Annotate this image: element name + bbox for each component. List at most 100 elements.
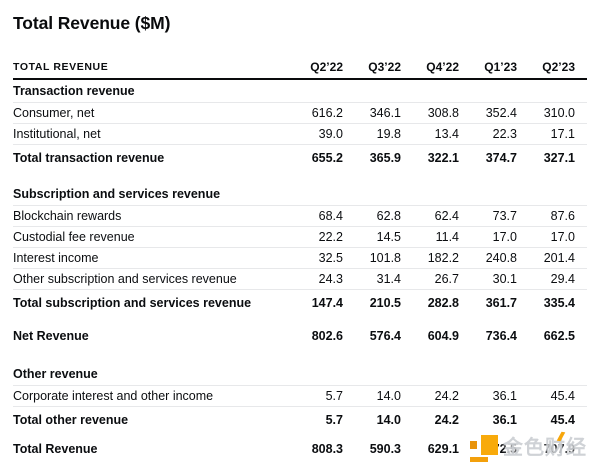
row-label: Total transaction revenue (13, 151, 285, 165)
table-row-total: Total other revenue5.714.024.236.145.4 (13, 407, 587, 432)
cell-value: 36.1 (459, 413, 517, 427)
cell-value: 335.4 (517, 296, 587, 310)
cell-value: 308.8 (401, 106, 459, 120)
table-header-label: TOTAL REVENUE (13, 61, 285, 73)
cell-value: 802.6 (285, 329, 343, 343)
table-row-data: Corporate interest and other income5.714… (13, 386, 587, 407)
cell-value: 282.8 (401, 296, 459, 310)
table-row-data: Institutional, net39.019.813.422.317.1 (13, 124, 587, 145)
row-label: Institutional, net (13, 127, 285, 141)
table-row-total: Net Revenue802.6576.4604.9736.4662.5 (13, 323, 587, 348)
cell-value: 29.4 (517, 272, 587, 286)
cell-value: 13.4 (401, 127, 459, 141)
revenue-table-page: Total Revenue ($M) TOTAL REVENUE Q2’22Q3… (0, 0, 600, 466)
column-header: Q2’22 (285, 60, 343, 74)
cell-value: 26.7 (401, 272, 459, 286)
cell-value: 101.8 (343, 251, 401, 265)
table-row-data: Interest income32.5101.8182.2240.8201.4 (13, 248, 587, 269)
table-row-section: Subscription and services revenue (13, 183, 587, 206)
column-header: Q2’23 (517, 60, 587, 74)
row-label: Net Revenue (13, 329, 285, 343)
cell-value: 14.0 (343, 389, 401, 403)
cell-value: 310.0 (517, 106, 587, 120)
column-header: Q4’22 (401, 60, 459, 74)
row-label: Total other revenue (13, 413, 285, 427)
cell-value: 22.2 (285, 230, 343, 244)
cell-value: 17.0 (517, 230, 587, 244)
cell-value: 87.6 (517, 209, 587, 223)
cell-value: 736.4 (459, 329, 517, 343)
table-row-data: Custodial fee revenue22.214.511.417.017.… (13, 227, 587, 248)
cell-value: 210.5 (343, 296, 401, 310)
cell-value: 24.2 (401, 389, 459, 403)
cell-value: 662.5 (517, 329, 587, 343)
cell-value: 374.7 (459, 151, 517, 165)
cell-value: 604.9 (401, 329, 459, 343)
cell-value: 19.8 (343, 127, 401, 141)
cell-value: 808.3 (285, 442, 343, 456)
table-header-row: TOTAL REVENUE Q2’22Q3’22Q4’22Q1’23Q2’23 (13, 56, 587, 80)
cell-value: 576.4 (343, 329, 401, 343)
cell-value: 24.2 (401, 413, 459, 427)
row-label: Other revenue (13, 367, 587, 381)
cell-value: 39.0 (285, 127, 343, 141)
row-label: Custodial fee revenue (13, 230, 285, 244)
cell-value: 772.5 (459, 442, 517, 456)
cell-value: 45.4 (517, 413, 587, 427)
cell-value: 655.2 (285, 151, 343, 165)
table-body: Transaction revenue Consumer, net616.2346… (13, 80, 587, 461)
cell-value: 30.1 (459, 272, 517, 286)
cell-value: 24.3 (285, 272, 343, 286)
cell-value: 322.1 (401, 151, 459, 165)
row-label: Subscription and services revenue (13, 187, 587, 201)
cell-value: 62.4 (401, 209, 459, 223)
cell-value: 22.3 (459, 127, 517, 141)
cell-value: 361.7 (459, 296, 517, 310)
row-label: Transaction revenue (13, 84, 587, 98)
cell-value: 182.2 (401, 251, 459, 265)
page-title: Total Revenue ($M) (13, 0, 587, 32)
table-row-section: Other revenue (13, 363, 587, 386)
cell-value: 365.9 (343, 151, 401, 165)
cell-value: 14.5 (343, 230, 401, 244)
cell-value: 62.8 (343, 209, 401, 223)
row-label: Total subscription and services revenue (13, 296, 285, 310)
cell-value: 68.4 (285, 209, 343, 223)
table-row-total: Total Revenue808.3590.3629.1772.5707.9 (13, 436, 587, 461)
row-label: Other subscription and services revenue (13, 272, 285, 286)
cell-value: 5.7 (285, 413, 343, 427)
cell-value: 73.7 (459, 209, 517, 223)
row-label: Corporate interest and other income (13, 389, 285, 403)
cell-value: 5.7 (285, 389, 343, 403)
cell-value: 616.2 (285, 106, 343, 120)
cell-value: 352.4 (459, 106, 517, 120)
cell-value: 629.1 (401, 442, 459, 456)
cell-value: 11.4 (401, 230, 459, 244)
column-header: Q1’23 (459, 60, 517, 74)
cell-value: 36.1 (459, 389, 517, 403)
row-label: Interest income (13, 251, 285, 265)
cell-value: 590.3 (343, 442, 401, 456)
table-row-section: Transaction revenue (13, 80, 587, 103)
cell-value: 17.0 (459, 230, 517, 244)
column-header: Q3’22 (343, 60, 401, 74)
cell-value: 240.8 (459, 251, 517, 265)
cell-value: 14.0 (343, 413, 401, 427)
table-row-data: Blockchain rewards68.462.862.473.787.6 (13, 206, 587, 227)
cell-value: 32.5 (285, 251, 343, 265)
cell-value: 147.4 (285, 296, 343, 310)
cell-value: 201.4 (517, 251, 587, 265)
table-row-data: Consumer, net616.2346.1308.8352.4310.0 (13, 103, 587, 124)
cell-value: 45.4 (517, 389, 587, 403)
table-row-data: Other subscription and services revenue2… (13, 269, 587, 290)
row-label: Blockchain rewards (13, 209, 285, 223)
row-label: Consumer, net (13, 106, 285, 120)
cell-value: 327.1 (517, 151, 587, 165)
row-label: Total Revenue (13, 442, 285, 456)
cell-value: 707.9 (517, 442, 587, 456)
table-row-total: Total transaction revenue655.2365.9322.1… (13, 145, 587, 170)
cell-value: 17.1 (517, 127, 587, 141)
cell-value: 31.4 (343, 272, 401, 286)
cell-value: 346.1 (343, 106, 401, 120)
table-row-total: Total subscription and services revenue1… (13, 290, 587, 315)
